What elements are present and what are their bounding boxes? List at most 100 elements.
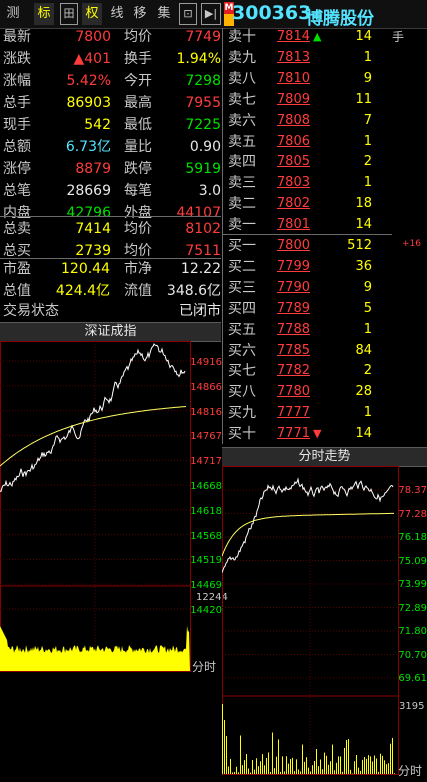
intraday-panel-title: 分时走势 xyxy=(222,447,427,467)
volume-bar xyxy=(248,768,249,774)
intraday-chart xyxy=(222,466,399,775)
tool-grid[interactable]: 田 xyxy=(60,3,78,25)
bid-volume: 28 xyxy=(355,384,372,400)
volume-bar xyxy=(240,735,241,774)
index-y-tick: 14717 xyxy=(190,456,222,468)
intraday-y-tick: 75.09 xyxy=(398,555,427,567)
mcap-value: 424.4亿 xyxy=(55,283,110,299)
ask-price[interactable]: 7806 xyxy=(268,131,310,153)
tool-next[interactable]: ▶| xyxy=(201,3,221,25)
bid-price[interactable]: 7785 xyxy=(268,340,310,362)
ratio-label: 量比 xyxy=(124,139,152,155)
volume-bar xyxy=(278,739,279,774)
ask-price[interactable]: 7805 xyxy=(268,151,310,173)
ask-label: 卖四 xyxy=(228,154,256,171)
ask-volume: 9 xyxy=(363,70,372,86)
tool-measure[interactable]: 测 xyxy=(4,3,22,25)
ask-price[interactable]: 7802 xyxy=(268,193,310,215)
bid-volume: 512 xyxy=(347,238,372,253)
volume-bar xyxy=(388,763,389,774)
bid-price[interactable]: 7782 xyxy=(268,360,310,382)
tool-mark[interactable]: 标 xyxy=(34,3,54,25)
tool-window[interactable]: ⊡ xyxy=(179,3,197,25)
ask-price[interactable]: 7808 xyxy=(268,110,310,132)
index-y-tick: 14816 xyxy=(190,406,222,418)
volume-bar xyxy=(260,761,261,774)
per-trade-value: 3.0 xyxy=(198,183,221,199)
ask-price[interactable]: 7809 xyxy=(268,89,310,111)
bid-price[interactable]: 7789 xyxy=(268,298,310,320)
index-y-tick: 14668 xyxy=(190,481,222,492)
bid-price[interactable]: 7771 xyxy=(268,423,310,445)
ask-volume: 7 xyxy=(363,112,372,128)
latest-label: 最新 xyxy=(3,29,31,45)
index-y-tick: 14866 xyxy=(190,381,222,393)
bid-price[interactable]: 7780 xyxy=(268,381,310,403)
volume-bar xyxy=(276,756,277,774)
pb-label: 市净 xyxy=(124,261,152,277)
low-label: 最低 xyxy=(124,117,152,133)
volume-bar xyxy=(302,744,303,774)
down-arrow-icon: ▼ xyxy=(313,427,322,441)
bid-price[interactable]: 7800 xyxy=(268,235,310,257)
ask-label: 卖九 xyxy=(228,49,256,66)
tool-collection[interactable]: 集 xyxy=(155,3,173,25)
ask-label: 卖八 xyxy=(228,70,256,87)
intraday-footer: 分时 xyxy=(398,764,423,778)
volume-bar xyxy=(268,752,269,774)
bid-label: 买八 xyxy=(228,384,256,401)
bid-label: 买二 xyxy=(228,258,256,275)
volume-bar xyxy=(364,757,365,774)
index-y-tick: 14767 xyxy=(190,431,222,443)
bid-volume: 1 xyxy=(363,321,372,337)
index-y-tick: 14469 xyxy=(190,580,222,592)
bid-price[interactable]: 7790 xyxy=(268,277,310,299)
volume-bar xyxy=(236,766,237,774)
volume-bar xyxy=(280,771,281,774)
divider xyxy=(0,216,221,217)
volume-bar xyxy=(372,761,373,774)
up-arrow-icon: ▲ xyxy=(313,30,322,43)
volume-bar xyxy=(292,757,293,774)
bid-label: 买三 xyxy=(228,279,256,296)
bid-label: 买十 xyxy=(228,426,256,443)
volume-bar xyxy=(350,769,351,774)
tool-rights[interactable]: 权 xyxy=(82,3,102,25)
ask-price[interactable]: 7814 xyxy=(268,26,310,48)
ask-price[interactable]: 7803 xyxy=(268,172,310,194)
volume-bar xyxy=(234,771,235,774)
total-sell-label: 总卖 xyxy=(3,221,31,237)
ask-price[interactable]: 7810 xyxy=(268,68,310,90)
ask-price[interactable]: 7801 xyxy=(268,214,310,236)
cur-value: 542 xyxy=(84,117,111,133)
volume-bar xyxy=(222,704,223,774)
trades-value: 28669 xyxy=(66,183,111,199)
index-volume-label: 12244 xyxy=(196,592,228,603)
bid-price[interactable]: 7777 xyxy=(268,402,310,424)
volume-bar xyxy=(370,756,371,774)
per-trade-label: 每笔 xyxy=(124,183,152,199)
tool-line[interactable]: 线 xyxy=(108,3,126,25)
cur-label: 现手 xyxy=(3,117,31,133)
total-sell-value: 7414 xyxy=(75,221,111,237)
volume-bar xyxy=(344,747,345,774)
ask-label: 卖三 xyxy=(228,175,256,192)
intraday-y-tick: 77.28 xyxy=(398,508,427,520)
tool-move[interactable]: 移 xyxy=(131,3,149,25)
volume-bar xyxy=(300,771,301,774)
bid-label: 买九 xyxy=(228,405,256,422)
volume-bar xyxy=(294,771,295,774)
index-panel-title: 深证成指 xyxy=(0,322,221,342)
bid-volume: 84 xyxy=(355,342,372,358)
pe-label: 市盈 xyxy=(3,261,31,277)
bid-price[interactable]: 7799 xyxy=(268,256,310,278)
ask-price[interactable]: 7813 xyxy=(268,47,310,69)
volume-bar xyxy=(298,769,299,774)
ask-label: 卖一 xyxy=(228,217,256,234)
bid-volume: 14 xyxy=(355,426,372,442)
bid-price[interactable]: 7788 xyxy=(268,319,310,341)
pct-value: 5.42% xyxy=(66,73,111,89)
volume-bar xyxy=(360,770,361,774)
volume-bar xyxy=(374,755,375,774)
volume-bar xyxy=(288,763,289,774)
